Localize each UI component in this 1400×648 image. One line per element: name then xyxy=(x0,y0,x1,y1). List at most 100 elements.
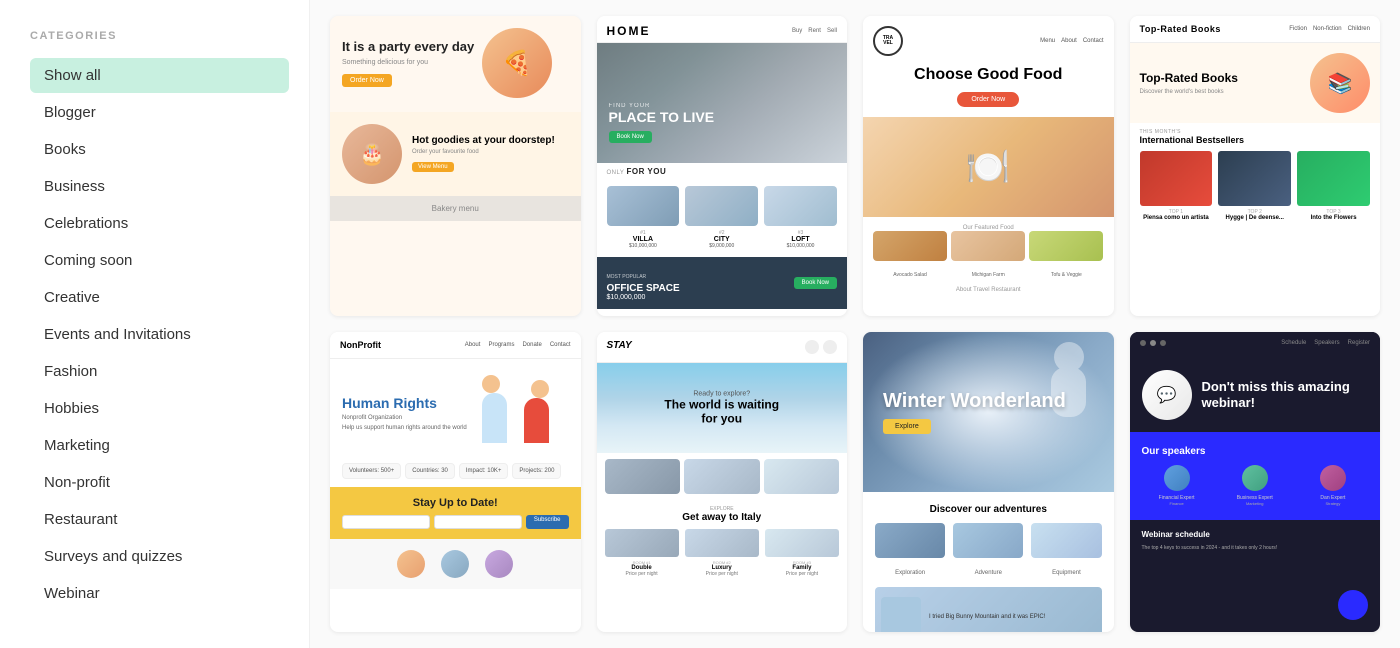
sidebar-item-nonprofit[interactable]: Non-profit xyxy=(30,465,289,500)
card5-team xyxy=(330,539,581,589)
card-preview-hotel: STAY Ready to explore? The world is wait… xyxy=(597,332,848,632)
card6-room3: ROOM #3 Family Price per night xyxy=(765,529,839,577)
card5-subscribe-btn[interactable]: Subscribe xyxy=(526,515,569,529)
sidebar-item-events[interactable]: Events and Invitations xyxy=(30,317,289,352)
template-card-nonprofit[interactable]: NonProfit About Programs Donate Contact … xyxy=(330,332,581,632)
card3-food-image: 🍽️ xyxy=(863,117,1114,217)
card7-act3: Equipment xyxy=(1031,523,1101,579)
sidebar-item-restaurant[interactable]: Restaurant xyxy=(30,502,289,537)
card-preview-winter: Winter Wonderland Explore Discover our a… xyxy=(863,332,1114,632)
template-grid: It is a party every day Something delici… xyxy=(330,16,1380,632)
card3-featured: Our Featured Food Avocado Salad Michigan… xyxy=(863,217,1114,301)
template-card-books[interactable]: Top-Rated Books Fiction Non-fiction Chil… xyxy=(1130,16,1381,316)
sidebar-item-business[interactable]: Business xyxy=(30,169,289,204)
card5-name-input[interactable] xyxy=(342,515,430,529)
sidebar-item-blogger[interactable]: Blogger xyxy=(30,95,289,130)
sidebar-item-creative[interactable]: Creative xyxy=(30,280,289,315)
card6-hero: Ready to explore? The world is waiting f… xyxy=(597,363,848,453)
card5-header: NonProfit About Programs Donate Contact xyxy=(330,332,581,359)
template-card-realestate[interactable]: HOME Buy Rent Sell FIND YOUR PLACE TO LI… xyxy=(597,16,848,316)
sidebar-item-surveys[interactable]: Surveys and quizzes xyxy=(30,539,289,574)
card2-nav: Buy Rent Sell xyxy=(792,28,837,34)
card7-testimonial: I tried Big Bunny Mountain and it was EP… xyxy=(875,587,1102,632)
card4-logo: Top-Rated Books xyxy=(1140,24,1221,34)
card4-hero-image: 📚 xyxy=(1310,53,1370,113)
card6-room1-img xyxy=(605,529,679,557)
card7-act2-img xyxy=(953,523,1023,558)
sidebar-item-coming-soon[interactable]: Coming soon xyxy=(30,243,289,278)
card4-headline: Top-Rated Books xyxy=(1140,71,1303,85)
sidebar-title: CATEGORIES xyxy=(30,30,289,42)
template-card-winter[interactable]: Winter Wonderland Explore Discover our a… xyxy=(863,332,1114,632)
card8-icon: 💬 xyxy=(1142,370,1192,420)
card7-act1: Exploration xyxy=(875,523,945,579)
sidebar-item-books[interactable]: Books xyxy=(30,132,289,167)
card-preview-webinar: Schedule Speakers Register 💬 Don't miss … xyxy=(1130,332,1381,632)
card2-header: HOME Buy Rent Sell xyxy=(597,16,848,43)
sidebar-item-webinar[interactable]: Webinar xyxy=(30,576,289,611)
card6-img2 xyxy=(684,459,760,494)
card8-speaker3: Dan Expert Strategy xyxy=(1298,465,1368,506)
template-card-party[interactable]: It is a party every day Something delici… xyxy=(330,16,581,316)
card1-bottom: 🎂 Hot goodies at your doorstep! Order yo… xyxy=(330,112,581,196)
card8-speaker3-avatar xyxy=(1320,465,1346,491)
card1-btn: Order Now xyxy=(342,74,392,87)
card8-speakers-grid: Financial Expert Finance Business Expert… xyxy=(1142,465,1369,506)
card8-schedule-desc: The top 4 keys to success in 2024 - and … xyxy=(1142,545,1369,553)
card8-headline: Don't miss this amazing webinar! xyxy=(1202,379,1369,410)
sidebar-item-marketing[interactable]: Marketing xyxy=(30,428,289,463)
template-card-travelfood[interactable]: TRAVEL Menu About Contact Choose Good Fo… xyxy=(863,16,1114,316)
card8-speaker1: Financial Expert Finance xyxy=(1142,465,1212,506)
card7-act1-img xyxy=(875,523,945,558)
card4-nav: Fiction Non-fiction Children xyxy=(1289,26,1370,32)
card5-nav: About Programs Donate Contact xyxy=(465,342,571,348)
card2-sub: FIND YOUR xyxy=(609,103,715,109)
card2-hero-text: FIND YOUR PLACE TO LIVE Book Now xyxy=(609,103,715,143)
card8-header: Schedule Speakers Register xyxy=(1130,332,1381,354)
card1-desc: Something delicious for you xyxy=(342,58,474,68)
card3-food3: Tofu & Veggie xyxy=(1029,231,1103,281)
card5-email-input[interactable] xyxy=(434,515,522,529)
card6-hero-text: Ready to explore? The world is waiting f… xyxy=(659,391,784,426)
card2-btn: Book Now xyxy=(609,131,652,143)
card6-img1 xyxy=(605,459,681,494)
card4-hero: Top-Rated Books Discover the world's bes… xyxy=(1130,43,1381,123)
card4-book1-img xyxy=(1140,151,1213,206)
card8-action-btn[interactable] xyxy=(1338,590,1368,620)
card2-prop1-image xyxy=(607,186,680,226)
card3-header: TRAVEL Menu About Contact xyxy=(863,16,1114,66)
card2-hero: FIND YOUR PLACE TO LIVE Book Now xyxy=(597,43,848,163)
card1-footer: Bakery menu xyxy=(330,196,581,221)
card4-books-grid: TOP 1 Piensa como un artista TOP 2 Hygge… xyxy=(1140,151,1371,222)
card6-room1: ROOM #1 Double Price per night xyxy=(605,529,679,577)
card7-headline: Winter Wonderland xyxy=(883,390,1066,413)
sidebar-item-celebrations[interactable]: Celebrations xyxy=(30,206,289,241)
card6-room3-img xyxy=(765,529,839,557)
card1-desc2: Order your favourite food xyxy=(412,149,555,155)
card3-food-grid: Avocado Salad Michigan Farm Tofu & Veggi… xyxy=(873,231,1104,281)
sidebar-item-fashion[interactable]: Fashion xyxy=(30,354,289,389)
template-card-webinar[interactable]: Schedule Speakers Register 💬 Don't miss … xyxy=(1130,332,1381,632)
sidebar-item-hobbies[interactable]: Hobbies xyxy=(30,391,289,426)
card3-food2: Michigan Farm xyxy=(951,231,1025,281)
card2-properties: #1 VILLA $10,000,000 #2 CITY $9,000,000 … xyxy=(597,178,848,257)
card8-schedule: Webinar schedule The top 4 keys to succe… xyxy=(1130,520,1381,563)
card6-room2: ROOM #2 Luxury Price per night xyxy=(685,529,759,577)
card2-prop3: #3 LOFT $10,000,000 xyxy=(764,186,837,249)
card7-hero-btn: Explore xyxy=(883,419,931,434)
card4-book3: TOP 3 Into the Flowers xyxy=(1297,151,1370,222)
card1-cake-image: 🎂 xyxy=(342,124,402,184)
card-preview-travelfood: TRAVEL Menu About Contact Choose Good Fo… xyxy=(863,16,1114,316)
card4-book1: TOP 1 Piensa como un artista xyxy=(1140,151,1213,222)
template-card-hotel[interactable]: STAY Ready to explore? The world is wait… xyxy=(597,332,848,632)
card8-schedule-title: Webinar schedule xyxy=(1142,530,1369,539)
card2-prop3-image xyxy=(764,186,837,226)
card4-header: Top-Rated Books Fiction Non-fiction Chil… xyxy=(1130,16,1381,43)
card5-input-row: Subscribe xyxy=(342,515,569,529)
card5-hero: Human Rights Nonprofit Organization Help… xyxy=(330,359,581,463)
card1-headline: It is a party every day xyxy=(342,39,474,55)
card7-person-image xyxy=(881,597,921,632)
card6-image-grid xyxy=(597,453,848,500)
sidebar-item-show-all[interactable]: Show all xyxy=(30,58,289,93)
card5-headline: Human Rights xyxy=(342,395,467,412)
